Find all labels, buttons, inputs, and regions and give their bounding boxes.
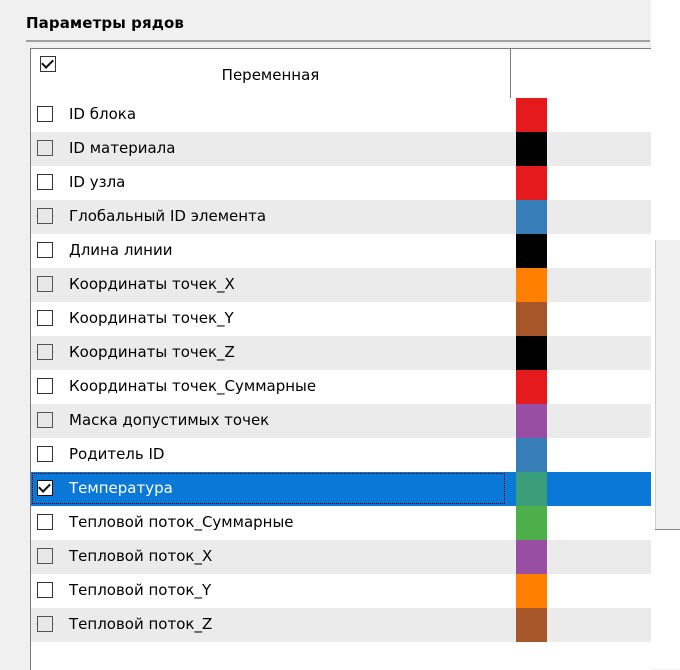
row-color-swatch[interactable] (516, 472, 547, 506)
row-variable-label: Глобальный ID элемента (69, 207, 267, 225)
table-row[interactable]: Координаты точек_Z (31, 336, 651, 370)
row-variable-label: Координаты точек_X (69, 275, 235, 293)
row-checkbox[interactable] (37, 276, 53, 292)
table-row[interactable]: Координаты точек_Y (31, 302, 651, 336)
header-variable-label: Переменная (221, 66, 320, 84)
row-checkbox[interactable] (37, 582, 53, 598)
row-variable-label: Координаты точек_Z (69, 343, 235, 361)
row-checkbox[interactable] (37, 616, 53, 632)
table-row[interactable]: Тепловой поток_Суммарные (31, 506, 651, 540)
row-color-swatch[interactable] (516, 98, 547, 132)
row-color-swatch[interactable] (516, 574, 547, 608)
row-checkbox[interactable] (37, 412, 53, 428)
row-checkbox[interactable] (37, 548, 53, 564)
row-checkbox[interactable] (37, 140, 53, 156)
table-row[interactable]: Тепловой поток_Y (31, 574, 651, 608)
row-checkbox[interactable] (37, 344, 53, 360)
row-checkbox[interactable] (37, 208, 53, 224)
table-row[interactable]: Тепловой поток_X (31, 540, 651, 574)
table-row[interactable]: ID материала (31, 132, 651, 166)
row-color-swatch[interactable] (516, 302, 547, 336)
row-checkbox[interactable] (37, 514, 53, 530)
row-checkbox[interactable] (37, 106, 53, 122)
table-row[interactable]: Маска допустимых точек (31, 404, 651, 438)
row-color-swatch[interactable] (516, 506, 547, 540)
header-variable-column[interactable]: Переменная (31, 49, 511, 98)
row-checkbox[interactable] (37, 310, 53, 326)
row-variable-label: ID материала (69, 139, 176, 157)
table-row[interactable]: ID узла (31, 166, 651, 200)
row-variable-label: Координаты точек_Суммарные (69, 377, 317, 395)
table-row[interactable]: Тепловой поток_Z (31, 608, 651, 642)
table-row[interactable]: Координаты точек_X (31, 268, 651, 302)
row-variable-label: Тепловой поток_Y (69, 581, 212, 599)
series-table: Переменная ID блока ID материала ID узла Гл… (30, 48, 651, 670)
row-variable-label: Маска допустимых точек (69, 411, 270, 429)
row-variable-label: Длина линии (69, 241, 173, 259)
table-row[interactable]: Температура (31, 472, 651, 506)
table-header: Переменная (31, 49, 651, 99)
row-checkbox[interactable] (37, 174, 53, 190)
row-variable-label: ID блока (69, 105, 137, 123)
row-variable-label: Тепловой поток_Z (69, 615, 213, 633)
row-variable-label: Тепловой поток_Суммарные (69, 513, 294, 531)
row-color-swatch[interactable] (516, 166, 547, 200)
row-color-swatch[interactable] (516, 540, 547, 574)
section-title: Параметры рядов (26, 14, 184, 32)
row-checkbox[interactable] (37, 446, 53, 462)
row-color-swatch[interactable] (516, 370, 547, 404)
table-row[interactable]: Глобальный ID элемента (31, 200, 651, 234)
row-variable-label: ID узла (69, 173, 126, 191)
row-variable-label: Тепловой поток_X (69, 547, 213, 565)
row-color-swatch[interactable] (516, 336, 547, 370)
row-checkbox[interactable] (37, 480, 53, 496)
row-color-swatch[interactable] (516, 438, 547, 472)
table-row[interactable]: Координаты точек_Суммарные (31, 370, 651, 404)
row-color-swatch[interactable] (516, 132, 547, 166)
row-color-swatch[interactable] (516, 234, 547, 268)
header-color-column[interactable] (511, 49, 651, 98)
row-variable-label: Температура (69, 479, 173, 497)
table-row[interactable]: ID блока (31, 98, 651, 132)
table-row[interactable]: Родитель ID (31, 438, 651, 472)
row-variable-label: Координаты точек_Y (69, 309, 234, 327)
side-panel-inner (655, 240, 680, 530)
section-divider (26, 40, 650, 42)
row-color-swatch[interactable] (516, 404, 547, 438)
row-variable-label: Родитель ID (69, 445, 165, 463)
row-color-swatch[interactable] (516, 268, 547, 302)
row-checkbox[interactable] (37, 378, 53, 394)
side-panel-splitter[interactable] (655, 529, 680, 530)
right-side-panel (651, 0, 680, 669)
row-checkbox[interactable] (37, 242, 53, 258)
row-color-swatch[interactable] (516, 608, 547, 642)
table-row[interactable]: Длина линии (31, 234, 651, 268)
row-color-swatch[interactable] (516, 200, 547, 234)
